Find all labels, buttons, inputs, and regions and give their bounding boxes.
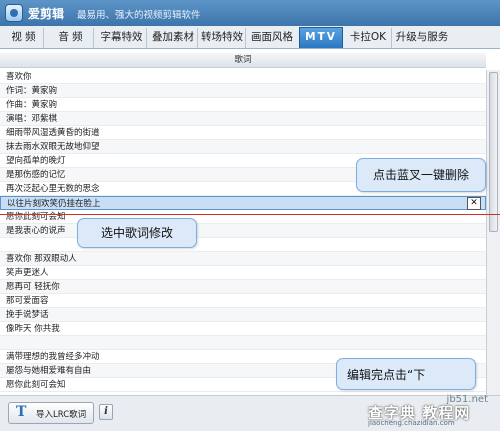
text-t-icon: T [16, 404, 27, 420]
tab-overlay-materials[interactable]: 叠加素材 [149, 28, 198, 48]
import-lrc-button[interactable]: T 导入LRC歌词 [8, 402, 94, 424]
lyrics-list: 喜欢你 作词：黄家驹 作曲：黄家驹 演唱：邓紫棋 细雨带风湿透黄昏的街道 抹去雨… [0, 70, 486, 395]
tab-picture-style[interactable]: 画面风格 [248, 28, 296, 48]
lyric-row[interactable]: 那可爱面容 [0, 294, 486, 308]
callout-select-tip: 选中歌词修改 [77, 218, 197, 248]
watermark: jb51.net 查字典 教程网 jiaocheng.chazidian.com [368, 394, 498, 430]
app-slogan: 最易用、强大的视频剪辑软件 [77, 10, 201, 21]
lyric-row[interactable] [0, 238, 486, 252]
tab-audio[interactable]: 音 频 [48, 28, 94, 48]
lyric-row[interactable]: 像昨天 你共我 [0, 322, 486, 336]
lyric-row[interactable]: 挽手说梦话 [0, 308, 486, 322]
scrollbar-thumb[interactable] [489, 72, 498, 232]
lyric-row[interactable]: 笑声更迷人 [0, 266, 486, 280]
lyric-row[interactable]: 愿你此刻可会知 [0, 210, 486, 224]
watermark-subtitle: jiaocheng.chazidian.com [368, 419, 455, 427]
delete-lyric-button[interactable]: ✕ [467, 197, 481, 210]
title-bar: 爱剪辑 最易用、强大的视频剪辑软件 [0, 0, 500, 26]
annotation-red-line [0, 214, 500, 215]
callout-delete-tip: 点击蓝叉一键删除 [356, 158, 486, 192]
lyric-row[interactable]: 作词：黄家驹 [0, 84, 486, 98]
lyric-row[interactable]: 喜欢你 那双眼动人 [0, 252, 486, 266]
tab-mtv[interactable]: MTV [299, 27, 343, 48]
app-title: 爱剪辑 [28, 7, 65, 21]
app-logo-icon [5, 4, 23, 22]
selected-lyric-text[interactable]: 以往片刻欢笑仍挂在脸上 [7, 199, 101, 209]
lyric-row-selected[interactable]: 以往片刻欢笑仍挂在脸上 ✕ [0, 196, 486, 210]
lyric-row[interactable]: 演唱：邓紫棋 [0, 112, 486, 126]
tab-transition-effects[interactable]: 转场特效 [199, 28, 246, 48]
lyrics-scrollbar[interactable] [486, 70, 500, 395]
import-lrc-label: 导入LRC歌词 [36, 410, 87, 420]
lyric-row[interactable]: 喜欢你 [0, 70, 486, 84]
lyric-row[interactable]: 愿再可 轻抚你 [0, 280, 486, 294]
info-button[interactable]: i [99, 404, 113, 420]
tab-karaoke[interactable]: 卡拉OK [345, 28, 392, 48]
lyric-row[interactable]: 细雨带风湿透黄昏的街道 [0, 126, 486, 140]
lyric-row[interactable] [0, 336, 486, 350]
tab-upgrade-service[interactable]: 升级与服务 [394, 28, 450, 48]
info-icon: i [104, 406, 108, 417]
lyric-row[interactable]: 抹去雨水双眼无故地仰望 [0, 140, 486, 154]
tab-video[interactable]: 视 频 [4, 28, 44, 48]
tab-subtitle-effects[interactable]: 字幕特效 [97, 28, 147, 48]
close-icon: ✕ [470, 198, 478, 208]
callout-done-tip: 编辑完点击“下 [336, 358, 476, 390]
tab-bar: 视 频 音 频 字幕特效 叠加素材 转场特效 画面风格 MTV 卡拉OK 升级与… [0, 26, 500, 49]
lyric-row[interactable]: 是我衷心的说声 [0, 224, 486, 238]
lyric-row[interactable]: 作曲：黄家驹 [0, 98, 486, 112]
lyrics-column-header: 歌词 [0, 53, 486, 68]
